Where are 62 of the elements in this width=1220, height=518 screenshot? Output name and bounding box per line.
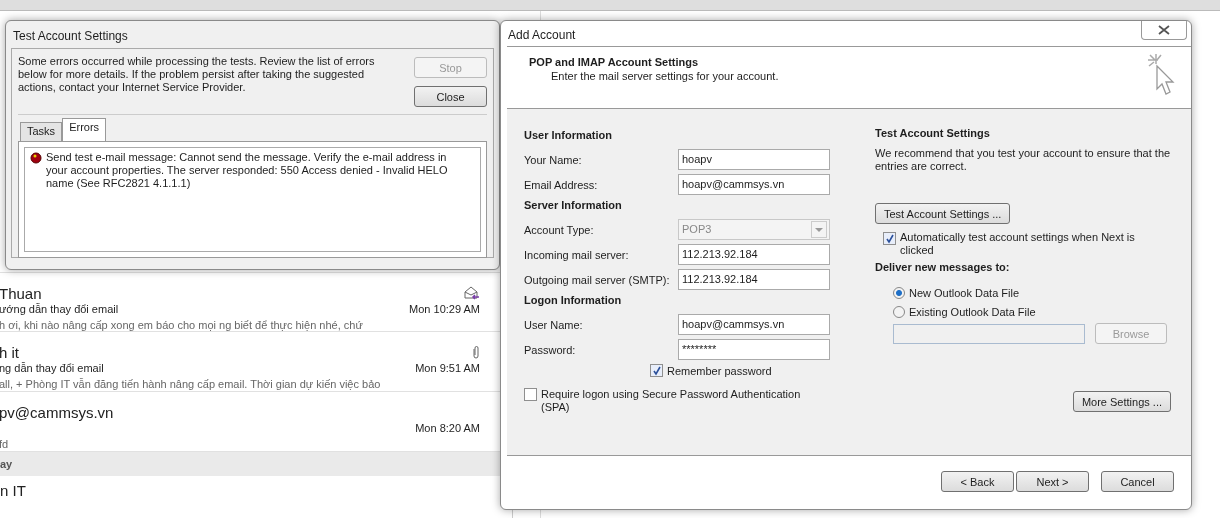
sender-name: h it bbox=[0, 343, 19, 361]
tab[interactable]: Tasks bbox=[20, 122, 63, 141]
mail-preview: h ơi, khi nào nâng cấp xong em báo cho mọi ng biết để thực hiện nhé, chứ bbox=[0, 319, 364, 331]
description-text: We recommend that you test your account to ensure that the entries are correct. bbox=[875, 147, 1172, 173]
more-settings-button[interactable]: More Settings ... bbox=[1072, 391, 1171, 412]
radio-button[interactable] bbox=[893, 305, 905, 318]
input-field[interactable]: hoapv@cammsys.vn bbox=[678, 314, 830, 335]
input-field[interactable]: 112.213.92.184 bbox=[678, 269, 830, 290]
section-heading: Logon Information bbox=[524, 294, 623, 308]
sender-name: Thuan bbox=[0, 284, 42, 302]
page-subtitle: Enter the mail server settings for your account. bbox=[550, 70, 779, 82]
page-title: POP and IMAP Account Settings bbox=[529, 56, 700, 68]
field-label: Password: bbox=[524, 343, 576, 356]
dropdown-arrow-icon bbox=[815, 227, 823, 232]
error-icon bbox=[30, 152, 42, 164]
checkbox[interactable] bbox=[524, 388, 537, 401]
error-message: Send test e-mail message: Cannot send the message. Verify the e-mail address in your account properties. The server responded: 550 Access denied - Invalid HELO name (See RFC2821 4.1.1.1) bbox=[46, 151, 449, 190]
field-label: Incoming mail server: bbox=[524, 248, 629, 261]
input-field[interactable]: 112.213.92.184 bbox=[678, 244, 830, 265]
paperclip-icon bbox=[472, 345, 480, 359]
mail-subject: ướng dẫn thay đổi email bbox=[0, 303, 119, 315]
section-heading: User Information bbox=[524, 129, 613, 143]
sender-name: pv@cammsys.vn bbox=[0, 403, 114, 421]
field-label: Outgoing mail server (SMTP): bbox=[524, 273, 670, 286]
input-field[interactable]: hoapv@cammsys.vn bbox=[678, 174, 830, 195]
close-icon bbox=[1157, 25, 1171, 35]
tab[interactable]: Errors bbox=[62, 118, 107, 141]
file-path-field[interactable] bbox=[893, 323, 1085, 344]
footer-button[interactable]: Next > bbox=[1016, 471, 1089, 492]
checkbox-label: Remember password bbox=[667, 364, 772, 377]
radio-label: New Outlook Data File bbox=[909, 286, 1020, 299]
footer-button[interactable]: < Back bbox=[941, 471, 1014, 492]
window-title: Test Account Settings bbox=[12, 28, 129, 45]
mail-preview: all, + Phòng IT vẫn đăng tiến hành nâng cấp email. Thời gian dự kiến việc bảo bbox=[0, 378, 382, 390]
checkbox[interactable] bbox=[650, 364, 663, 377]
window-title: Add Account bbox=[508, 28, 576, 42]
checkbox-label: Require logon using Secure Password Authentication (SPA) bbox=[541, 388, 802, 414]
close-button[interactable] bbox=[1141, 21, 1187, 40]
mail-time: Mon 10:29 AM bbox=[409, 303, 480, 315]
section-heading: Deliver new messages to: bbox=[875, 261, 1011, 275]
sender-name: n IT bbox=[0, 481, 27, 499]
checkbox[interactable] bbox=[883, 232, 896, 245]
replied-envelope-icon bbox=[464, 286, 480, 300]
test-account-button[interactable]: Test Account Settings ... bbox=[875, 203, 1011, 224]
field-label: Your Name: bbox=[524, 153, 582, 166]
dialog-button[interactable]: Close bbox=[414, 86, 487, 107]
input-field[interactable]: hoapv bbox=[678, 149, 830, 170]
error-summary: Some errors occurred while processing the tests. Review the list of errors below for more details. If the problem persist after taking the suggested actions, contact your Internet Service Provider. bbox=[18, 55, 376, 95]
checkbox-label: Automatically test account settings when Next is clicked bbox=[900, 231, 1136, 257]
section-heading: Server Information bbox=[524, 199, 623, 213]
radio-button[interactable] bbox=[893, 286, 905, 299]
section-heading: Test Account Settings bbox=[875, 127, 991, 141]
field-label: Account Type: bbox=[524, 223, 594, 236]
mail-time: Mon 9:51 AM bbox=[415, 362, 480, 374]
footer-button[interactable]: Cancel bbox=[1101, 471, 1174, 492]
field-label: User Name: bbox=[524, 318, 583, 331]
mail-subject: ng dẫn thay đổi email bbox=[0, 362, 104, 374]
field-label: Email Address: bbox=[524, 178, 598, 191]
radio-label: Existing Outlook Data File bbox=[909, 305, 1036, 318]
mail-time: Mon 8:20 AM bbox=[415, 422, 480, 434]
input-field[interactable]: ******** bbox=[678, 339, 830, 360]
mail-preview: fd bbox=[0, 438, 10, 450]
